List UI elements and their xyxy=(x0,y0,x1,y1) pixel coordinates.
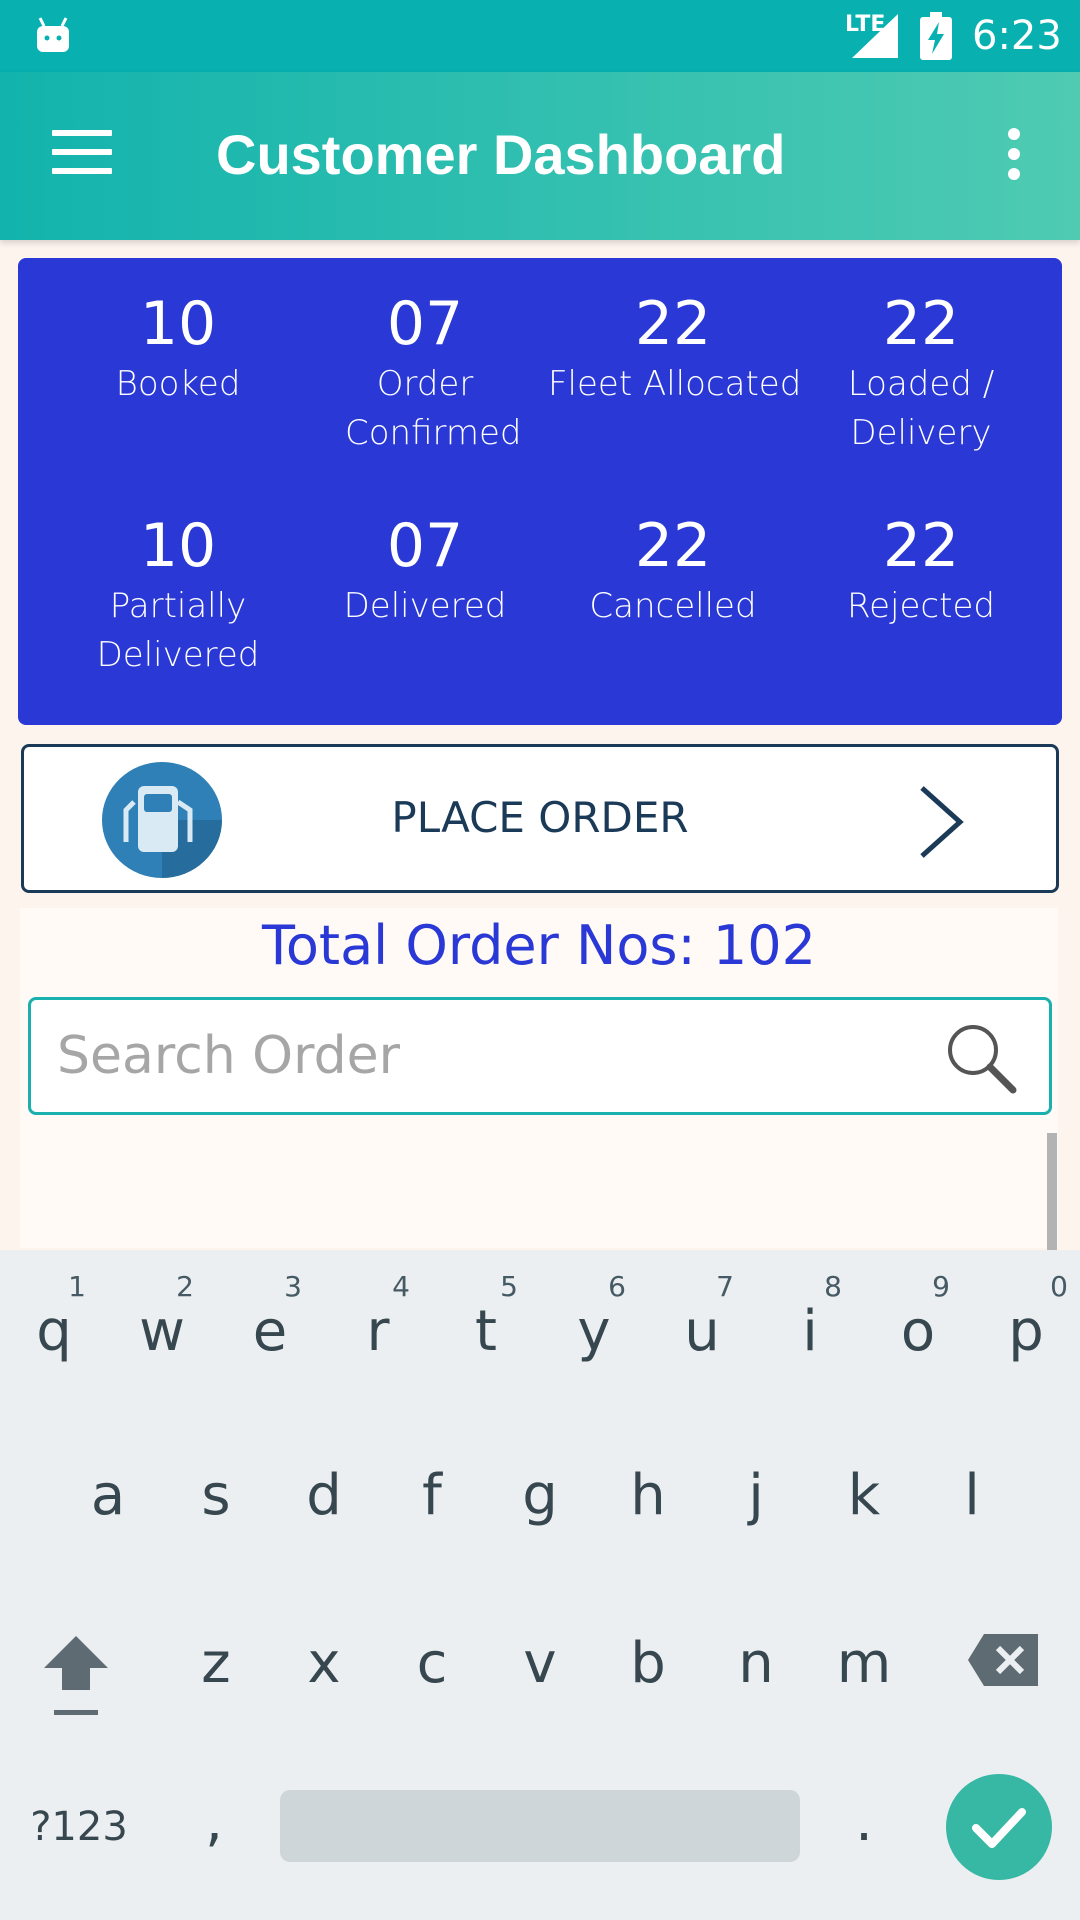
stat-fleet-allocated[interactable]: 22 Fleet Allocated xyxy=(548,288,802,409)
stat-rejected[interactable]: 22 Rejected xyxy=(796,510,1046,631)
stat-partially-delivered[interactable]: 10 Partially Delivered xyxy=(53,510,303,680)
stat-label: Fleet Allocated xyxy=(548,364,802,404)
key-z[interactable]: z xyxy=(174,1632,258,1712)
stat-label: Cancelled xyxy=(589,586,757,626)
key-m[interactable]: m xyxy=(822,1632,906,1712)
stat-label: Booked xyxy=(115,364,241,404)
stat-label: Order Confirmed xyxy=(345,364,522,453)
key-b[interactable]: b xyxy=(606,1632,690,1712)
page-title: Customer Dashboard xyxy=(216,123,786,186)
signal-icon xyxy=(852,14,898,58)
key-s[interactable]: s xyxy=(174,1464,258,1544)
orders-section: Total Order Nos: 102 Search Order xyxy=(20,908,1058,1248)
key-v[interactable]: v xyxy=(498,1632,582,1712)
battery-charging-icon xyxy=(920,12,952,60)
key-n[interactable]: n xyxy=(714,1632,798,1712)
stat-value: 22 xyxy=(634,511,712,581)
stat-order-confirmed[interactable]: 07 Order Confirmed xyxy=(300,288,550,458)
key-q[interactable]: q1 xyxy=(12,1270,96,1380)
stat-booked[interactable]: 10 Booked xyxy=(53,288,303,409)
key-o[interactable]: o9 xyxy=(876,1270,960,1380)
overflow-menu-icon[interactable] xyxy=(1000,128,1028,184)
clock: 6:23 xyxy=(972,13,1062,59)
scrollbar[interactable] xyxy=(1047,1133,1057,1250)
shift-key[interactable] xyxy=(36,1628,116,1720)
key-u[interactable]: u7 xyxy=(660,1270,744,1380)
stat-cancelled[interactable]: 22 Cancelled xyxy=(548,510,798,631)
key-f[interactable]: f xyxy=(390,1464,474,1544)
order-stats-panel: 10 Booked 07 Order Confirmed 22 Fleet Al… xyxy=(18,258,1062,725)
backspace-icon xyxy=(968,1634,1038,1686)
key-r[interactable]: r4 xyxy=(336,1270,420,1380)
place-order-label: PLACE ORDER xyxy=(391,793,689,842)
stat-value: 07 xyxy=(386,289,464,359)
done-key[interactable] xyxy=(946,1774,1052,1880)
symbols-key[interactable]: ?123 xyxy=(24,1802,134,1852)
stat-delivered[interactable]: 07 Delivered xyxy=(300,510,550,631)
key-a[interactable]: a xyxy=(66,1464,150,1544)
stat-value: 22 xyxy=(882,511,960,581)
stat-value: 10 xyxy=(139,511,217,581)
app-bar: Customer Dashboard xyxy=(0,72,1080,240)
shift-arrow-icon xyxy=(44,1636,108,1715)
total-orders-label: Total Order Nos: 102 xyxy=(262,914,816,977)
key-g[interactable]: g xyxy=(498,1464,582,1544)
stat-value: 10 xyxy=(139,289,217,359)
stat-value: 22 xyxy=(634,289,712,359)
stat-loaded-delivery[interactable]: 22 Loaded / Delivery xyxy=(796,288,1046,458)
space-key[interactable] xyxy=(280,1790,800,1862)
stat-value: 22 xyxy=(882,289,960,359)
backspace-key[interactable] xyxy=(966,1630,1042,1690)
search-placeholder: Search Order xyxy=(57,1026,400,1086)
chevron-right-icon xyxy=(920,786,964,858)
place-order-button[interactable]: PLACE ORDER xyxy=(21,744,1059,893)
key-k[interactable]: k xyxy=(822,1464,906,1544)
hamburger-menu-icon[interactable] xyxy=(52,130,112,174)
key-x[interactable]: x xyxy=(282,1632,366,1712)
stat-label: Loaded / Delivery xyxy=(847,364,995,453)
stat-label: Delivered xyxy=(343,586,507,626)
search-order-input[interactable]: Search Order xyxy=(28,997,1052,1115)
key-t[interactable]: t5 xyxy=(444,1270,528,1380)
period-key[interactable]: . xyxy=(834,1790,894,1862)
comma-key[interactable]: , xyxy=(184,1790,244,1862)
stat-value: 07 xyxy=(386,511,464,581)
key-e[interactable]: e3 xyxy=(228,1270,312,1380)
key-h[interactable]: h xyxy=(606,1464,690,1544)
key-l[interactable]: l xyxy=(930,1464,1014,1544)
key-i[interactable]: i8 xyxy=(768,1270,852,1380)
stat-label: Rejected xyxy=(847,586,995,626)
key-y[interactable]: y6 xyxy=(552,1270,636,1380)
checkmark-icon xyxy=(972,1808,1026,1848)
key-p[interactable]: p0 xyxy=(984,1270,1068,1380)
search-icon[interactable] xyxy=(943,1020,1019,1096)
key-j[interactable]: j xyxy=(714,1464,798,1544)
status-bar: LTE 6:23 xyxy=(0,0,1080,72)
key-d[interactable]: d xyxy=(282,1464,366,1544)
key-c[interactable]: c xyxy=(390,1632,474,1712)
android-debug-icon xyxy=(37,17,69,52)
key-w[interactable]: w2 xyxy=(120,1270,204,1380)
stat-label: Partially Delivered xyxy=(96,586,260,675)
